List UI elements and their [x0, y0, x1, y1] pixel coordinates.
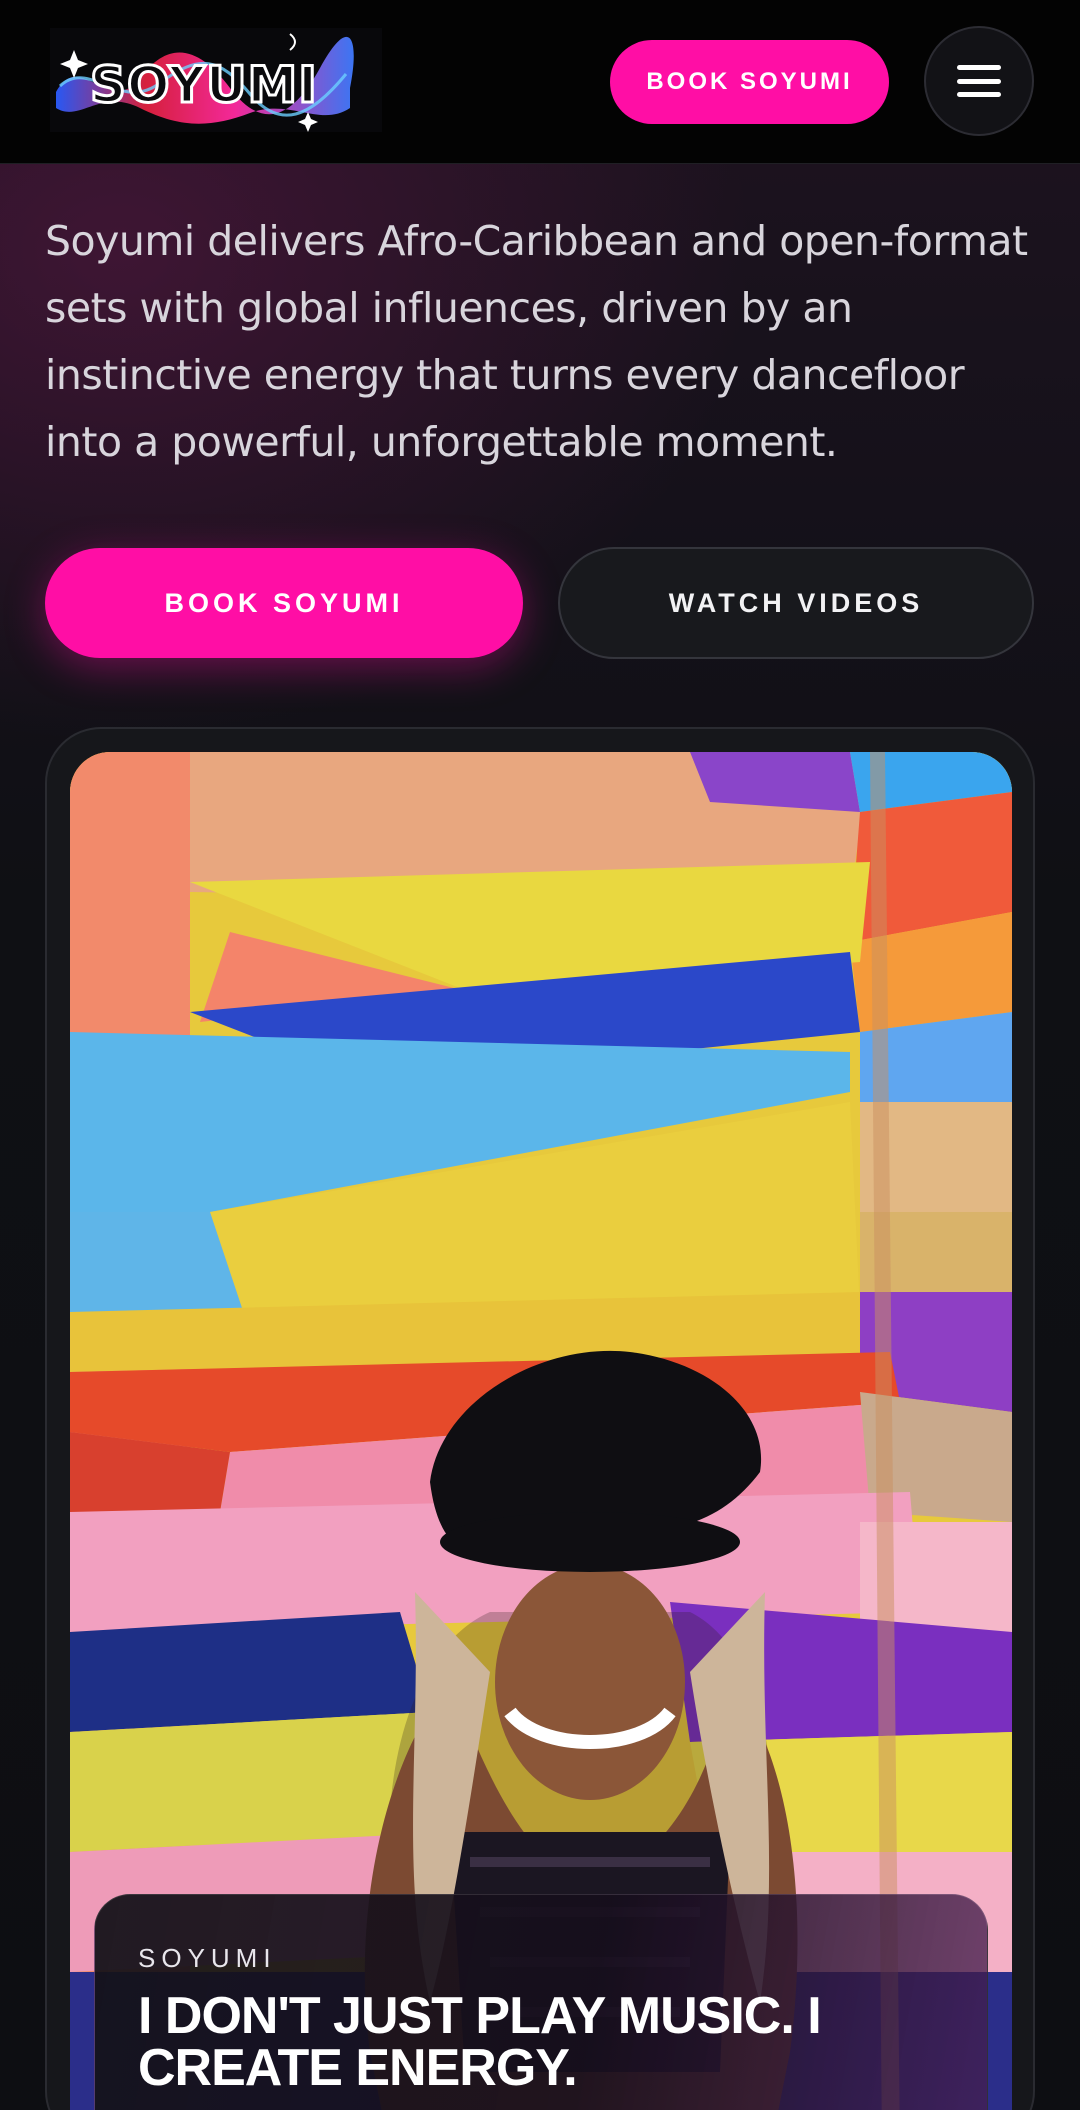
soyumi-logo[interactable]: SOYUMI: [50, 28, 382, 132]
hamburger-menu-icon: [957, 65, 1001, 97]
book-soyumi-button[interactable]: BOOK SOYUMI: [45, 548, 523, 658]
logo-wordmark: SOYUMI: [89, 55, 319, 116]
header-book-button[interactable]: BOOK SOYUMI: [610, 40, 889, 124]
intro-text: Soyumi delivers Afro-Caribbean and open-…: [45, 217, 1028, 466]
site-header: SOYUMI BOOK SOYUMI: [0, 0, 1080, 164]
feature-eyebrow: SOYUMI: [138, 1943, 277, 1973]
feature-headline: I DON'T JUST PLAY MUSIC. I CREATE ENERGY…: [138, 1987, 822, 2097]
watch-videos-button[interactable]: WATCH VIDEOS: [558, 547, 1034, 659]
menu-button[interactable]: [924, 26, 1034, 136]
